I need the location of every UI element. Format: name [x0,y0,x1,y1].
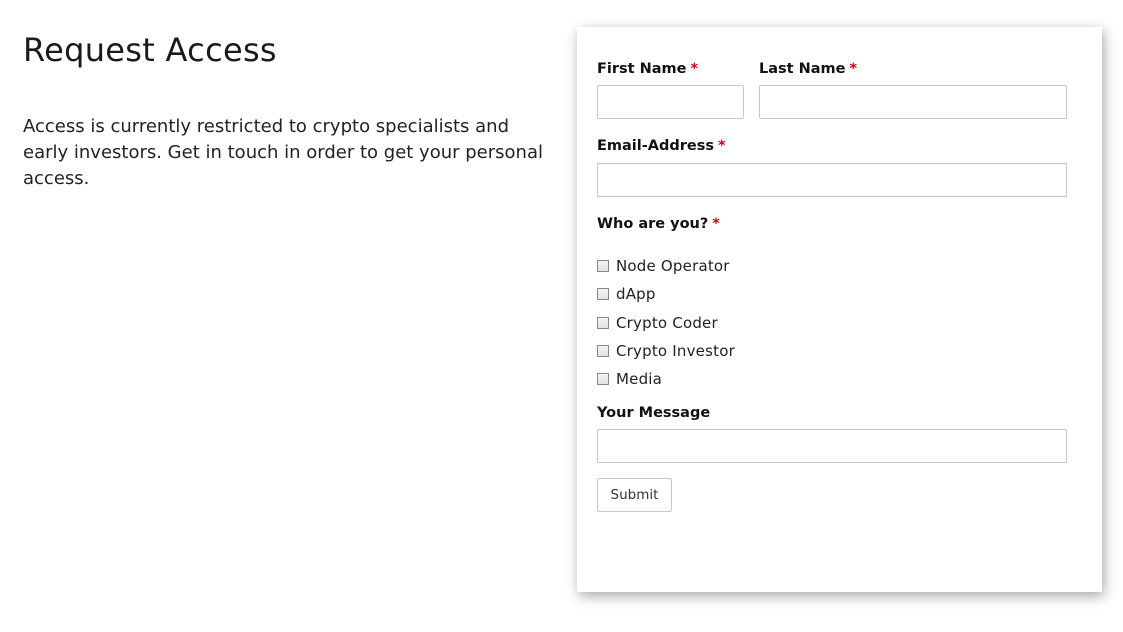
node-operator-checkbox[interactable] [597,260,609,273]
your-message-field[interactable] [597,429,1067,463]
intro-section: Request Access Access is currently restr… [23,30,563,192]
crypto-investor-label[interactable]: Crypto Investor [616,342,735,360]
media-label[interactable]: Media [616,370,662,388]
first-name-label: First Name * [597,60,698,78]
submit-button[interactable]: Submit [597,478,672,512]
page-title: Request Access [23,31,277,69]
crypto-coder-checkbox[interactable] [597,316,609,329]
option-crypto-coder[interactable]: Crypto Coder [597,309,735,337]
who-are-you-label-text: Who are you? [597,216,709,232]
dapp-checkbox[interactable] [597,288,609,301]
last-name-label: Last Name * [759,60,857,78]
intro-description: Access is currently restricted to crypto… [23,116,543,189]
dapp-label[interactable]: dApp [616,285,656,303]
first-name-field[interactable] [597,85,744,119]
crypto-investor-checkbox[interactable] [597,345,609,358]
media-checkbox[interactable] [597,373,609,386]
email-field[interactable] [597,163,1067,197]
required-marker: * [849,61,858,77]
option-dapp[interactable]: dApp [597,280,735,308]
option-crypto-investor[interactable]: Crypto Investor [597,337,735,365]
email-label-text: Email-Address [597,138,714,154]
required-marker: * [717,138,726,154]
who-are-you-label: Who are you? * [597,215,720,233]
email-label: Email-Address * [597,137,726,155]
option-media[interactable]: Media [597,365,735,393]
last-name-field[interactable] [759,85,1067,119]
who-are-you-options: Node Operator dApp Crypto Coder Crypto I… [597,252,735,393]
your-message-label: Your Message [597,404,710,422]
request-access-page: Request Access Access is currently restr… [0,0,1123,632]
required-marker: * [712,216,720,232]
first-name-label-text: First Name [597,61,687,77]
node-operator-label[interactable]: Node Operator [616,257,730,275]
last-name-label-text: Last Name [759,61,846,77]
option-node-operator[interactable]: Node Operator [597,252,735,280]
required-marker: * [690,61,699,77]
crypto-coder-label[interactable]: Crypto Coder [616,314,718,332]
request-form-card: First Name * Last Name * Email-Address * Wh… [577,27,1102,592]
your-message-label-text: Your Message [597,405,711,421]
